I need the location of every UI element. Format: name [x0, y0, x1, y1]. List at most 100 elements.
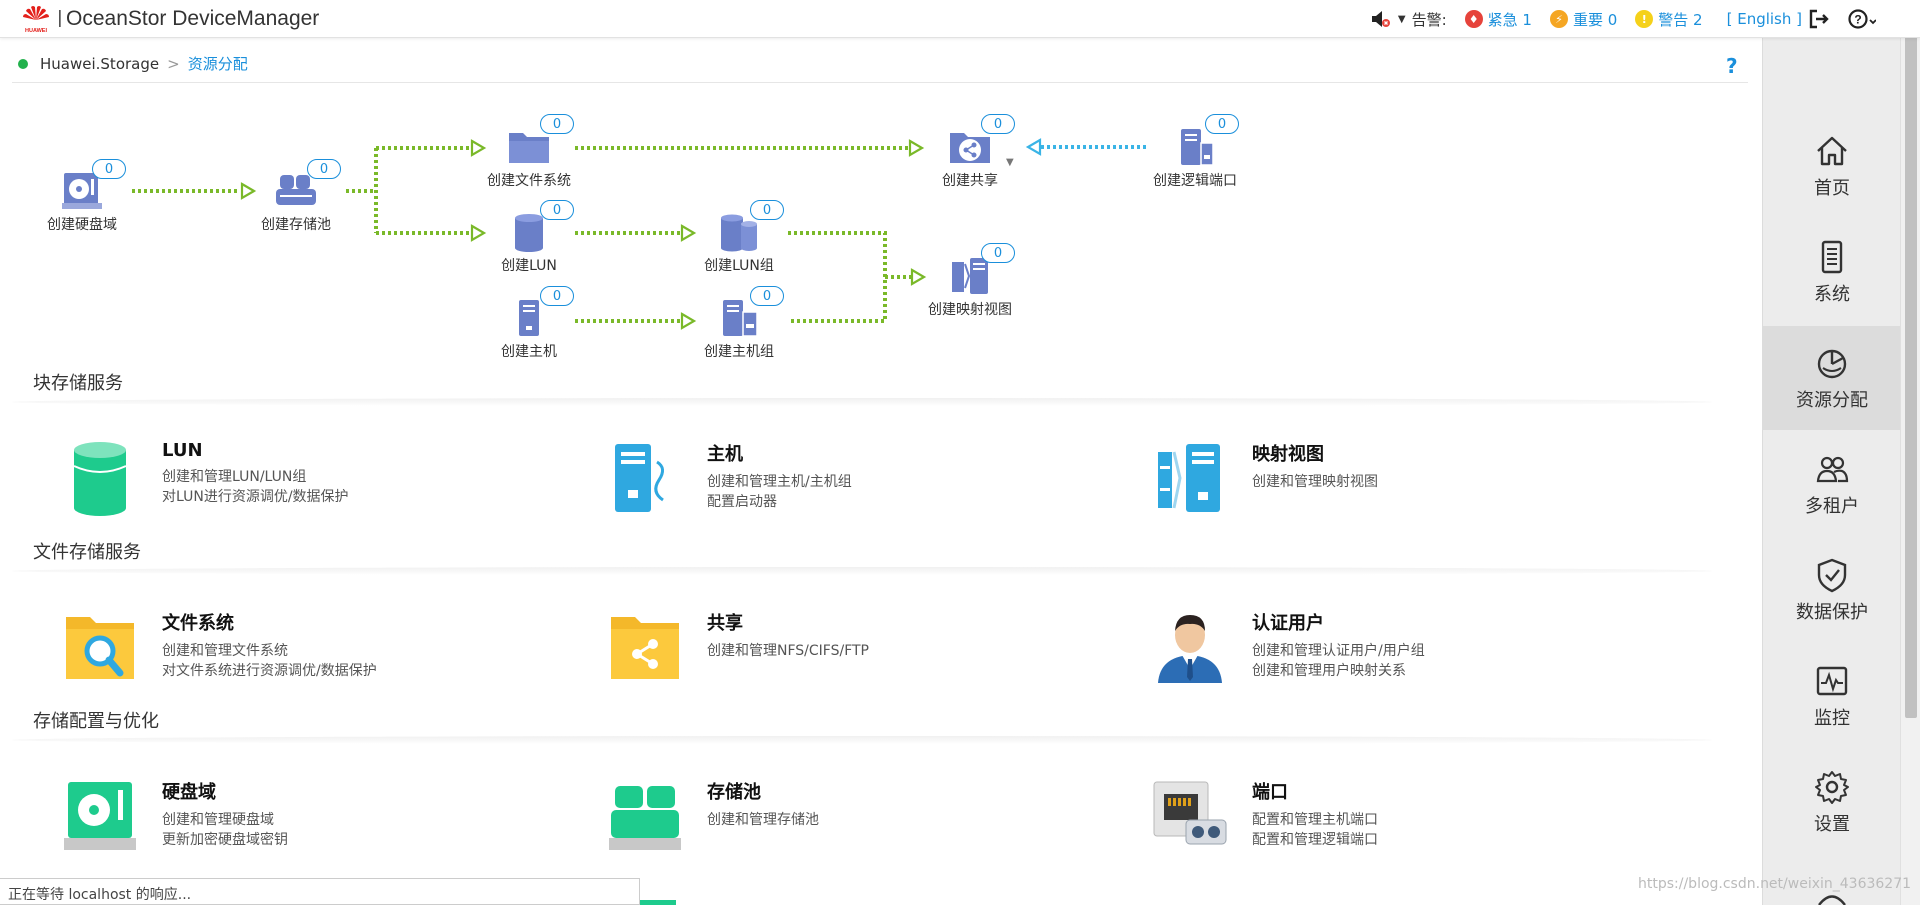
node-label: 创建主机组 [704, 344, 774, 360]
card-host[interactable]: 主机 创建和管理主机/主机组 配置启动器 [605, 438, 852, 518]
lun-icon [73, 442, 127, 516]
node-label: 创建硬盘域 [47, 217, 117, 233]
card-desc-line: 配置启动器 [707, 494, 777, 510]
workflow-create-mapping-view[interactable]: 创建映射视图 [915, 256, 1025, 319]
chevron-down-icon[interactable]: ▼ [1398, 14, 1406, 25]
nav-item-monitor[interactable]: 监控 [1763, 644, 1901, 748]
section-divider [12, 567, 1712, 575]
node-label: 创建LUN [501, 258, 557, 274]
card-desc-line: 创建和管理映射视图 [1252, 474, 1378, 490]
node-count-badge: 0 [540, 200, 574, 220]
node-label: 创建映射视图 [928, 302, 1012, 318]
nav-item-provisioning[interactable]: 资源分配 [1763, 326, 1901, 430]
host-icon [615, 444, 664, 512]
card-desc-line: 配置和管理主机端口 [1252, 812, 1378, 828]
breadcrumb-root[interactable]: Huawei.Storage [40, 55, 159, 73]
node-label: 创建主机 [501, 344, 557, 360]
card-desc-line: 创建和管理硬盘域 [162, 812, 274, 828]
storage-pool-icon [609, 786, 681, 850]
browser-status-bar: 正在等待 localhost 的响应... [0, 878, 640, 905]
card-mapping-view[interactable]: 映射视图 创建和管理映射视图 [1150, 438, 1378, 518]
share-dropdown-icon[interactable]: ▼ [1006, 157, 1014, 168]
card-disk-domain[interactable]: 硬盘域 创建和管理硬盘域 更新加密硬盘域密钥 [60, 776, 288, 856]
card-desc-line: 更新加密硬盘域密钥 [162, 832, 288, 848]
workflow-create-storage-pool[interactable]: 创建存储池 [241, 171, 351, 234]
logo-separator: | [57, 8, 63, 28]
data-protection-icon [1817, 558, 1847, 593]
top-bar: HUAWEI | OceanStor DeviceManager ▼ 告警: ♦… [0, 0, 1920, 38]
workflow-create-host[interactable]: 创建主机 [474, 298, 584, 361]
alarm-label: 告警: [1411, 10, 1447, 29]
card-port[interactable]: 端口 配置和管理主机端口 配置和管理逻辑端口 [1150, 776, 1378, 856]
card-auth-user[interactable]: 认证用户 创建和管理认证用户/用户组 创建和管理用户映射关系 [1150, 607, 1425, 687]
card-title: LUN [162, 440, 203, 461]
language-switch-link[interactable]: [ English ] [1727, 10, 1802, 28]
card-storage-pool[interactable]: 存储池 创建和管理存储池 [605, 776, 819, 856]
nav-item-home[interactable]: 首页 [1763, 114, 1901, 218]
node-label: 创建文件系统 [487, 173, 571, 189]
node-count-badge: 0 [981, 243, 1015, 263]
nav-item-multi-tenant[interactable]: 多租户 [1763, 432, 1901, 536]
workflow-connectors [132, 138, 1146, 330]
workflow-create-host-group[interactable]: 创建主机组 [684, 298, 794, 361]
nav-item-system[interactable]: 系统 [1763, 220, 1901, 324]
alarm-warning[interactable]: ! 警告 2 [1635, 9, 1703, 30]
card-title: 共享 [707, 613, 743, 634]
card-desc-line: 配置和管理逻辑端口 [1252, 832, 1378, 848]
nav-item-settings[interactable]: 设置 [1763, 750, 1901, 854]
nav-item-data-protection[interactable]: 数据保护 [1763, 538, 1901, 642]
node-count-badge: 0 [307, 159, 341, 179]
speaker-mute-icon[interactable] [1370, 9, 1392, 29]
alarm-major[interactable]: ⚡ 重要 0 [1549, 9, 1618, 30]
node-count-badge: 0 [92, 159, 126, 179]
help-menu-icon[interactable]: ? [1848, 8, 1876, 30]
provisioning-icon [1817, 349, 1847, 379]
card-share[interactable]: 共享 创建和管理NFS/CIFS/FTP [605, 607, 869, 687]
card-filesystem[interactable]: 文件系统 创建和管理文件系统 对文件系统进行资源调优/数据保护 [60, 607, 377, 687]
major-bolt-icon: ⚡ [1549, 10, 1568, 28]
alarm-critical[interactable]: ♦ 紧急 1 [1464, 9, 1532, 30]
auth-user-icon [1158, 615, 1222, 683]
alarm-area: ▼ 告警: ♦ 紧急 1 ⚡ 重要 0 ! 警告 2 [ English ] [1370, 8, 1802, 30]
more-nav-icon[interactable] [1813, 890, 1851, 905]
card-desc-line: 创建和管理主机/主机组 [707, 474, 852, 490]
alarm-major-label: 重要 0 [1572, 10, 1618, 29]
node-label: 创建LUN组 [704, 258, 774, 274]
workflow-create-logical-port[interactable]: 创建逻辑端口 [1140, 127, 1250, 190]
workflow-create-disk-domain[interactable]: 创建硬盘域 [27, 171, 137, 234]
port-icon [1153, 781, 1227, 845]
nav-label: 系统 [1814, 284, 1850, 305]
vertical-scrollbar[interactable] [1900, 0, 1920, 905]
nav-label: 监控 [1814, 708, 1850, 729]
workflow-create-filesystem[interactable]: 创建文件系统 [474, 127, 584, 190]
system-icon [1821, 240, 1843, 274]
workflow-create-lun[interactable]: 创建LUN [474, 212, 584, 275]
logout-icon[interactable] [1808, 8, 1830, 30]
page-help-icon[interactable]: ? [1726, 54, 1738, 78]
card-desc-line: 创建和管理用户映射关系 [1252, 663, 1406, 679]
share-node-icon [950, 133, 990, 163]
breadcrumb: Huawei.Storage > 资源分配 [18, 53, 248, 74]
section-title-storage-config: 存储配置与优化 [33, 711, 159, 732]
node-count-badge: 0 [750, 200, 784, 220]
settings-icon [1815, 771, 1849, 804]
right-navigation: 首页 系统 资源分配 多租户 数据保护 监控 设置 [1762, 38, 1901, 905]
scrollbar-thumb[interactable] [1905, 8, 1917, 718]
card-desc-line: 创建和管理NFS/CIFS/FTP [707, 643, 869, 659]
mapping-view-icon [1158, 444, 1220, 512]
share-icon [611, 617, 679, 679]
multi-tenant-icon [1816, 456, 1849, 483]
card-desc-line: 对文件系统进行资源调优/数据保护 [162, 663, 377, 679]
nav-label: 数据保护 [1796, 602, 1868, 623]
card-title: 存储池 [707, 782, 761, 803]
node-count-badge: 0 [540, 286, 574, 306]
disk-domain-icon [64, 782, 136, 850]
nav-label: 资源分配 [1796, 390, 1868, 411]
mapping-view-node-icon [952, 258, 988, 294]
section-title-file-storage: 文件存储服务 [33, 542, 141, 563]
partial-card-edge [640, 900, 676, 905]
breadcrumb-divider [12, 82, 1748, 83]
card-lun[interactable]: LUN 创建和管理LUN/LUN组 对LUN进行资源调优/数据保护 [60, 438, 349, 518]
card-desc-line: 创建和管理认证用户/用户组 [1252, 643, 1425, 659]
workflow-create-lun-group[interactable]: 创建LUN组 [684, 212, 794, 275]
